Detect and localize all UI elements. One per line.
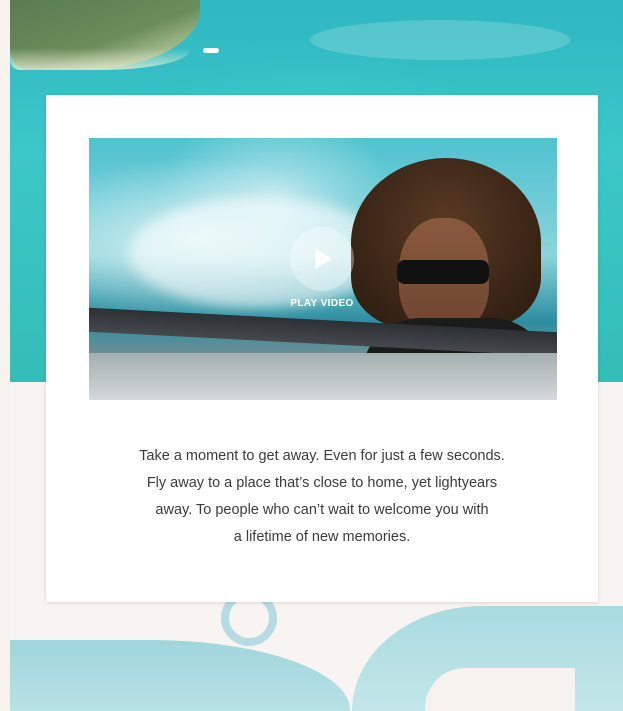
play-video-button[interactable] <box>290 227 354 291</box>
sunglasses-shape <box>397 260 489 284</box>
video-thumbnail[interactable]: PLAY VIDEO <box>89 138 557 400</box>
paragraph-line: a lifetime of new memories. <box>233 529 411 545</box>
boat-image <box>203 48 219 53</box>
paragraph-line: away. To people who can’t wait to welcom… <box>155 502 489 518</box>
intro-paragraph: Take a moment to get away. Even for just… <box>86 443 558 551</box>
play-icon <box>315 249 332 269</box>
paragraph-line: Take a moment to get away. Even for just… <box>139 448 505 464</box>
decorative-cream-arch <box>425 668 575 711</box>
content-card: PLAY VIDEO Take a moment to get away. Ev… <box>46 95 598 602</box>
paragraph-line: Fly away to a place that’s close to home… <box>146 475 498 491</box>
boat-deck <box>89 353 557 400</box>
water-highlight <box>310 20 570 60</box>
play-video-label[interactable]: PLAY VIDEO <box>272 298 372 309</box>
page: PLAY VIDEO Take a moment to get away. Ev… <box>0 0 623 711</box>
